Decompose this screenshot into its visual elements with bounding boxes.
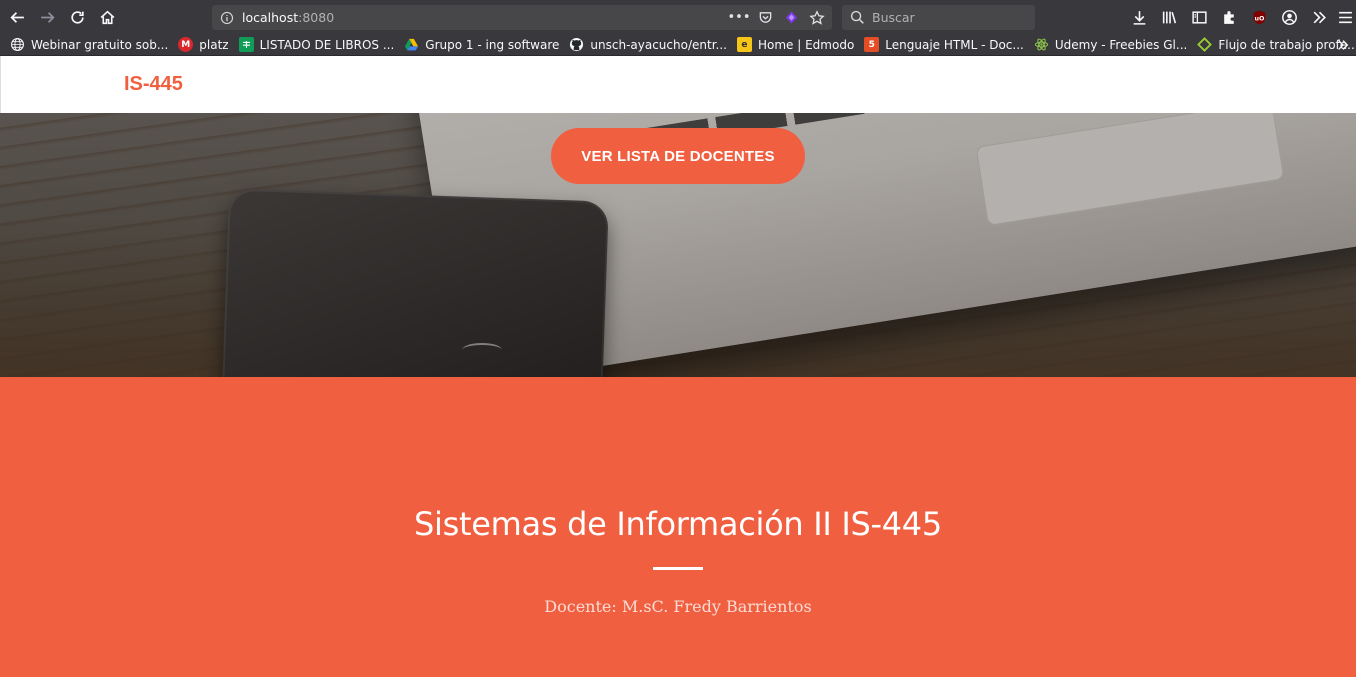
bookmark-item[interactable]: Flujo de trabajo profe...: [1197, 37, 1356, 52]
download-icon: [1133, 10, 1145, 25]
about-section: Sistemas de Información II IS-445 Docent…: [0, 377, 1356, 677]
library-icon: [1162, 11, 1176, 23]
bookmark-item[interactable]: 5 Lenguaje HTML - Doc...: [864, 37, 1024, 52]
account-icon: [1281, 9, 1297, 25]
url-bar[interactable]: localhost:8080 •••: [212, 5, 832, 30]
bookmark-item[interactable]: Grupo 1 - ing software: [404, 37, 559, 52]
diamond-icon: [1197, 37, 1213, 52]
double-chevron-icon: [1313, 11, 1326, 23]
heading-divider: [653, 567, 703, 570]
sidebar-icon: [1191, 10, 1207, 24]
home-button[interactable]: [92, 2, 122, 32]
reload-button[interactable]: [62, 2, 92, 32]
extension-icon[interactable]: [778, 5, 804, 30]
url-host: localhost: [242, 10, 299, 25]
bookmark-item[interactable]: Webinar gratuito sob...: [10, 37, 168, 52]
arrow-left-icon: [9, 11, 24, 23]
reload-icon: [70, 10, 84, 24]
bookmark-label: Home | Edmodo: [757, 37, 855, 52]
bookmarks-overflow-button[interactable]: [1336, 34, 1350, 56]
url-port: :8080: [298, 10, 335, 25]
bookmark-label: Grupo 1 - ing software: [425, 37, 560, 52]
search-bar[interactable]: Buscar: [842, 5, 1035, 30]
bookmark-label: Webinar gratuito sob...: [31, 37, 169, 52]
bookmark-label: Udemy - Freebies Gl...: [1054, 37, 1188, 52]
edmodo-icon: e: [736, 37, 752, 52]
info-icon[interactable]: [212, 11, 242, 25]
drive-icon: [404, 37, 419, 52]
phone-home-button-image: [462, 343, 502, 357]
library-button[interactable]: [1154, 2, 1184, 32]
sheets-icon: [238, 37, 254, 52]
overflow-button[interactable]: [1304, 2, 1334, 32]
bookmark-star-icon[interactable]: [804, 5, 830, 30]
bookmark-label: platz: [199, 37, 229, 52]
github-icon: [569, 37, 584, 52]
search-icon: [842, 10, 872, 25]
sidebar-button[interactable]: [1184, 2, 1214, 32]
teacher-list-button[interactable]: VER LISTA DE DOCENTES: [551, 128, 805, 184]
extensions-button[interactable]: [1214, 2, 1244, 32]
search-placeholder: Buscar: [872, 10, 915, 25]
teacher-subtitle: Docente: M.sC. Fredy Barrientos: [544, 597, 812, 616]
hero-section: VER LISTA DE DOCENTES: [0, 113, 1356, 377]
page-actions-button[interactable]: •••: [726, 5, 752, 30]
bookmark-label: unsch-ayacucho/entr...: [590, 37, 727, 52]
ublock-icon: uO: [1253, 10, 1265, 24]
site-brand-link[interactable]: IS-445: [124, 73, 183, 96]
mega-icon: M: [178, 37, 194, 52]
phone-image: [221, 188, 609, 377]
home-icon: [100, 10, 114, 24]
ublock-button[interactable]: uO: [1244, 2, 1274, 32]
bookmark-item[interactable]: Udemy - Freebies Gl...: [1034, 37, 1187, 52]
bookmark-label: Lenguaje HTML - Doc...: [885, 37, 1024, 52]
browser-toolbar: localhost:8080 ••• Buscar uO: [0, 0, 1356, 34]
bookmark-item[interactable]: M platz: [178, 37, 229, 52]
hamburger-icon: [1338, 11, 1352, 23]
pocket-icon[interactable]: [752, 5, 778, 30]
back-button[interactable]: [2, 2, 32, 32]
atom-icon: [1034, 37, 1049, 52]
downloads-button[interactable]: [1124, 2, 1154, 32]
puzzle-icon: [1223, 10, 1234, 24]
bookmark-item[interactable]: LISTADO DE LIBROS ...: [238, 37, 395, 52]
globe-icon: [10, 37, 25, 52]
bookmark-label: LISTADO DE LIBROS ...: [259, 37, 395, 52]
bookmark-item[interactable]: e Home | Edmodo: [736, 37, 855, 52]
double-chevron-icon: [1338, 40, 1349, 50]
section-heading: Sistemas de Información II IS-445: [414, 505, 942, 543]
bookmarks-bar: Webinar gratuito sob... M platz LISTADO …: [0, 34, 1356, 56]
forward-button[interactable]: [32, 2, 62, 32]
html5-icon: 5: [864, 37, 880, 52]
site-navbar: IS-445: [0, 56, 1356, 113]
page-viewport: IS-445 VER LISTA DE DOCENTES Sistemas de…: [0, 56, 1356, 677]
arrow-right-icon: [40, 11, 55, 23]
menu-button[interactable]: [1334, 2, 1356, 32]
bookmark-item[interactable]: unsch-ayacucho/entr...: [569, 37, 727, 52]
svg-text:uO: uO: [1254, 14, 1265, 22]
account-button[interactable]: [1274, 2, 1304, 32]
